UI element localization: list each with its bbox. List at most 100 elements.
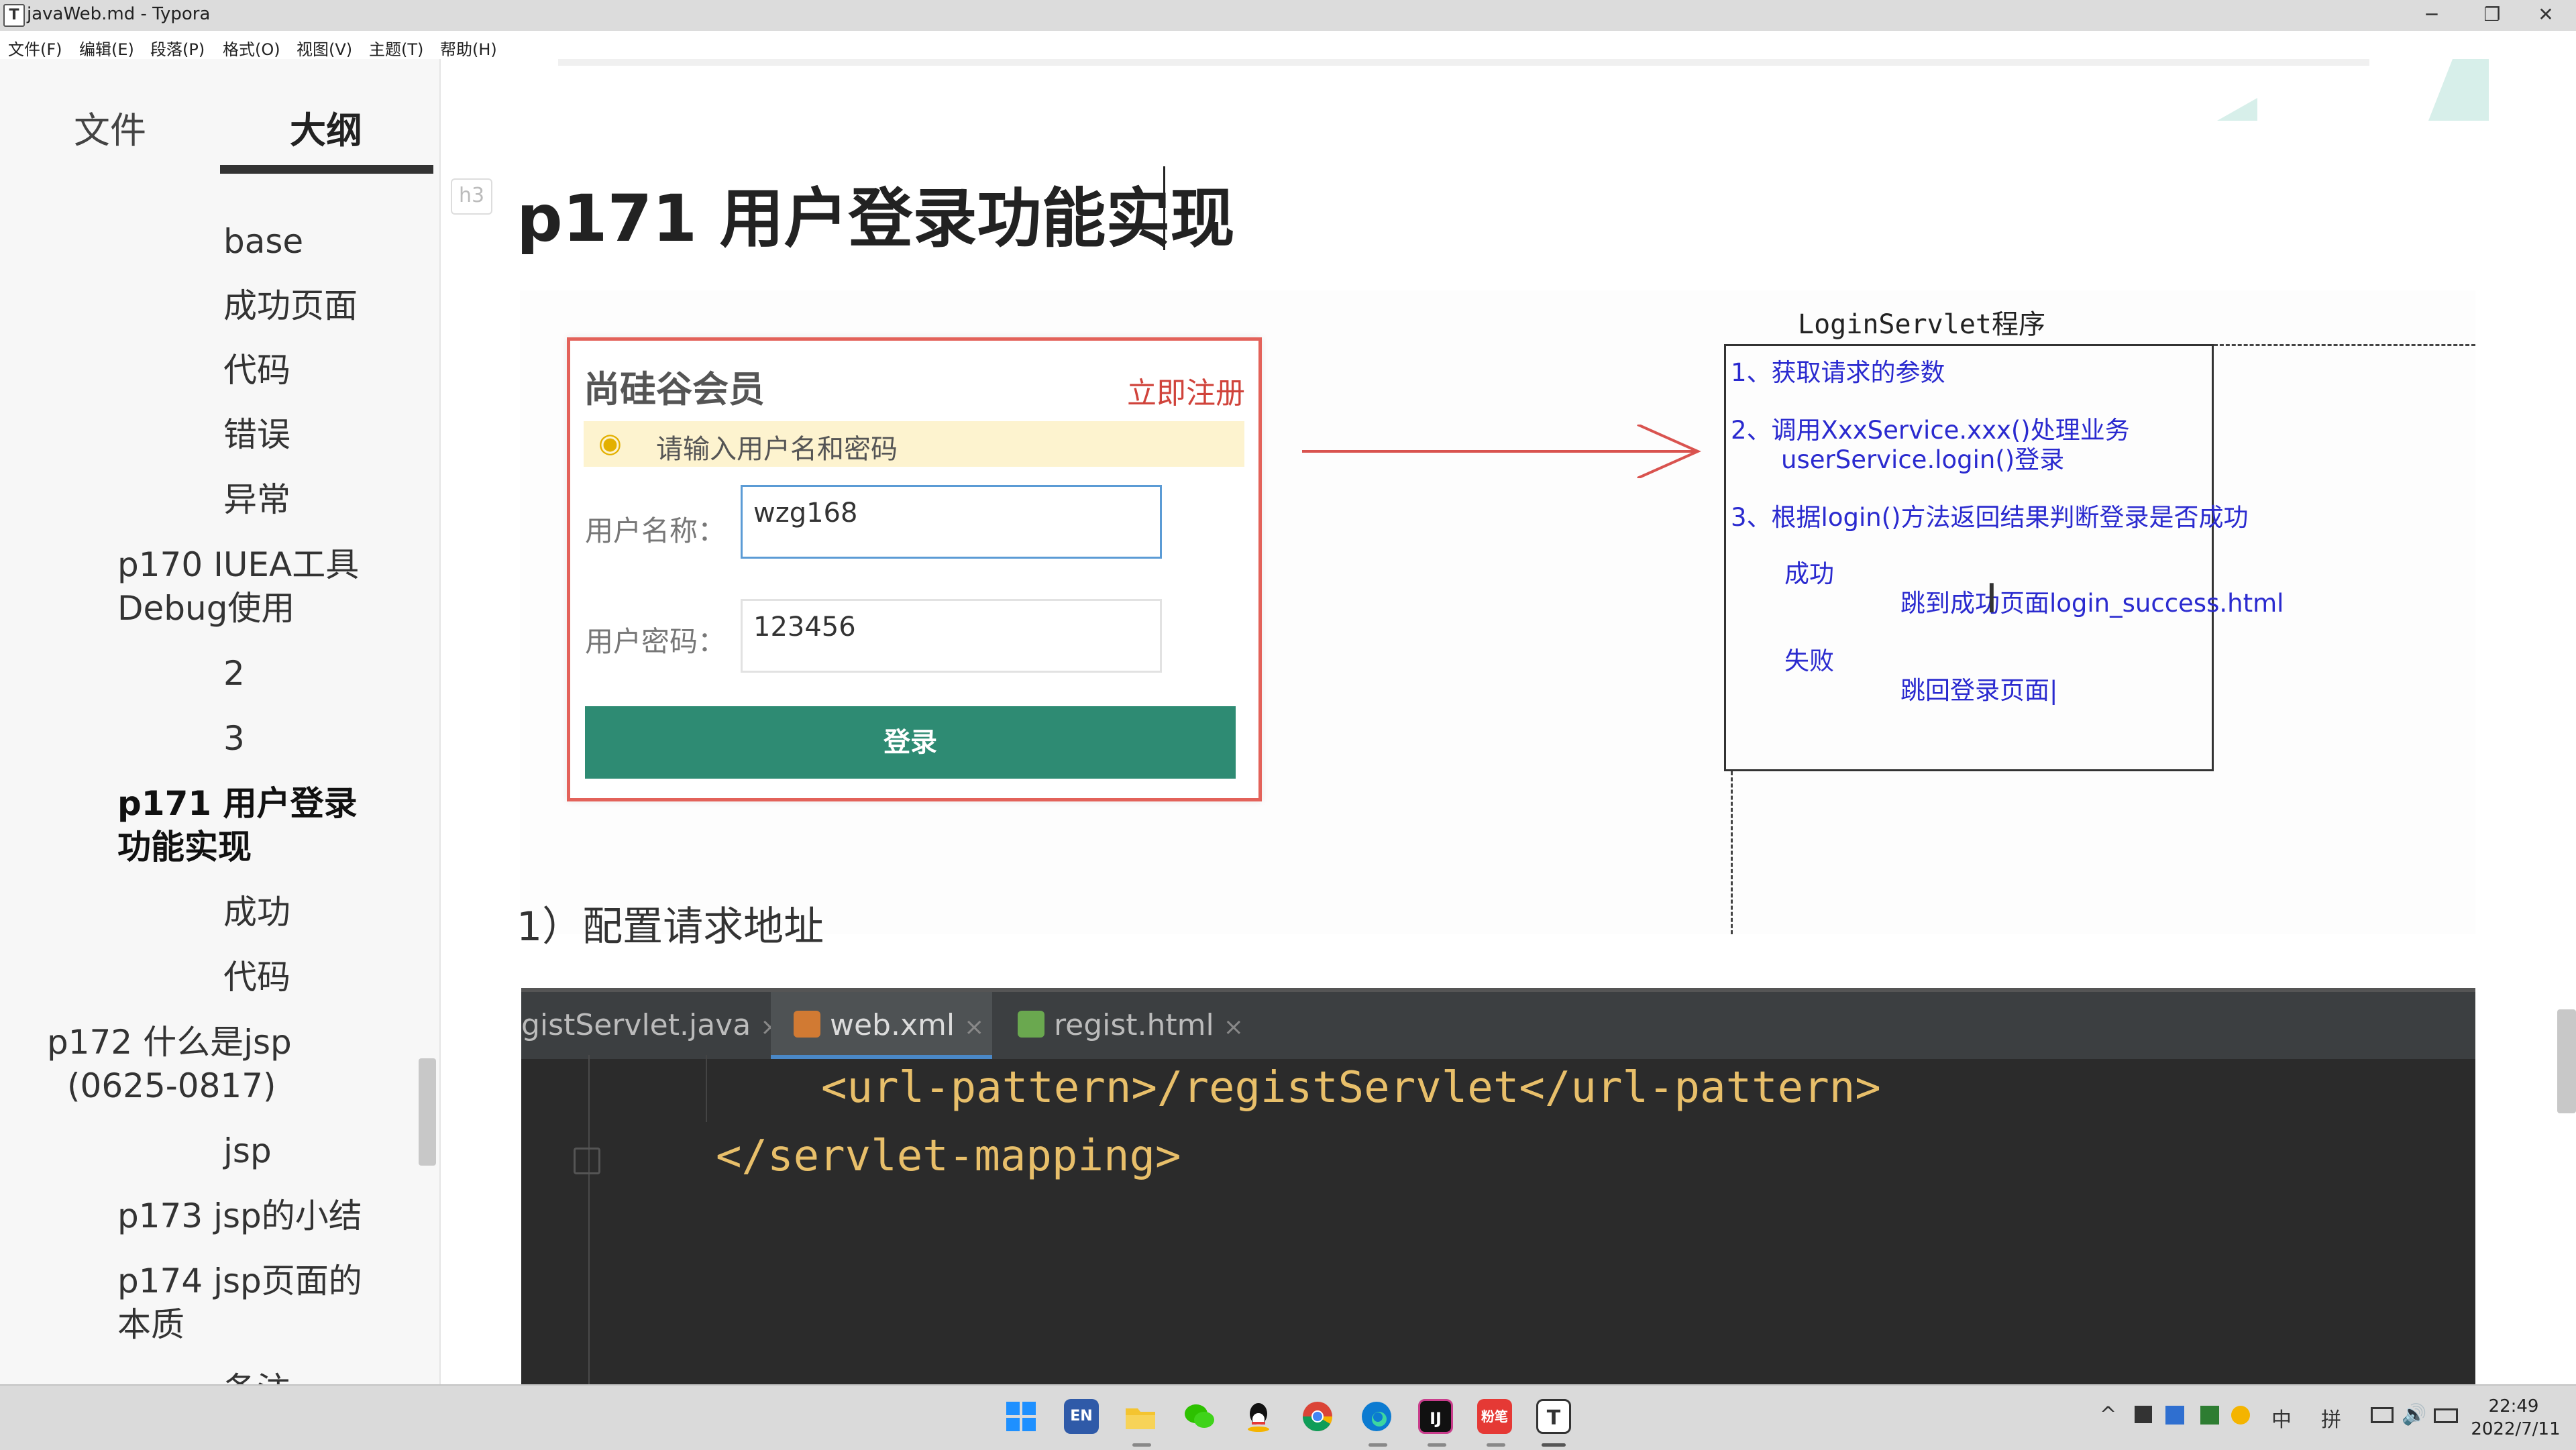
- editor-scrollbar[interactable]: [2557, 1009, 2576, 1113]
- outline-item-active[interactable]: 功能实现: [117, 826, 252, 869]
- code-tab: gistServlet.java×: [521, 992, 780, 1059]
- close-tab-icon: ×: [1223, 1013, 1244, 1041]
- outline-item[interactable]: base: [223, 220, 303, 264]
- code-tab-active: web.xml ×: [771, 992, 992, 1059]
- title-bar: T javaWeb.md - Typora ─ ❐ ✕: [0, 0, 2576, 31]
- page-title[interactable]: p171 用户登录功能实现: [517, 166, 1235, 260]
- outline-item[interactable]: 本质: [117, 1303, 184, 1347]
- volume-icon[interactable]: 🔊: [2402, 1403, 2426, 1427]
- menu-file[interactable]: 文件(F): [8, 36, 62, 60]
- login-button: 登录: [585, 706, 1236, 779]
- file-explorer-icon[interactable]: [1123, 1399, 1158, 1434]
- outline-item[interactable]: 代码: [223, 956, 290, 999]
- servlet-title: LoginServlet程序: [1798, 309, 2045, 340]
- tab-files[interactable]: 文件: [74, 101, 146, 154]
- window-title: javaWeb.md - Typora: [27, 4, 211, 24]
- decoration-shape: [2428, 59, 2489, 121]
- lightbulb-icon: ◉: [598, 428, 622, 459]
- tray-app-icon[interactable]: [2135, 1406, 2152, 1423]
- maximize-button[interactable]: ❐: [2462, 0, 2522, 31]
- code-tab-label: web.xml: [830, 1008, 955, 1042]
- app-red-icon[interactable]: 粉笔: [1477, 1399, 1512, 1434]
- ime-mode-indicator[interactable]: 中: [2271, 1403, 2292, 1433]
- servlet-step: 成功: [1784, 559, 1834, 588]
- outline-item[interactable]: 成功: [223, 891, 290, 934]
- menu-bar: 文件(F) 编辑(E) 段落(P) 格式(O) 视图(V) 主题(T) 帮助(H…: [0, 31, 2576, 59]
- outline-item[interactable]: p174 jsp页面的: [117, 1260, 362, 1303]
- outline-item[interactable]: p172 什么是jsp: [47, 1021, 292, 1064]
- menu-format[interactable]: 格式(O): [223, 36, 280, 60]
- tray-app-icon[interactable]: [2231, 1406, 2250, 1425]
- outline-item[interactable]: jsp: [223, 1129, 272, 1173]
- clock-date[interactable]: 2022/7/11: [2469, 1419, 2563, 1439]
- chrome-icon[interactable]: [1300, 1399, 1335, 1434]
- servlet-step: 跳回登录页面|: [1900, 676, 2058, 705]
- login-hint-bar: ◉ 请输入用户名和密码: [584, 421, 1244, 467]
- section-subheading[interactable]: 1）配置请求地址: [517, 894, 824, 952]
- active-tab-indicator: [220, 165, 433, 174]
- outline-item[interactable]: p170 IUEA工具: [117, 543, 359, 587]
- outline-item[interactable]: 异常: [223, 478, 290, 522]
- editor-tab-bar: gistServlet.java× web.xml × regist.html ×: [521, 988, 2475, 1059]
- qq-icon[interactable]: [1241, 1399, 1276, 1434]
- code-screenshot[interactable]: gistServlet.java× web.xml× regist.html× …: [521, 988, 2475, 1384]
- en-keyboard-icon[interactable]: EN: [1064, 1399, 1099, 1434]
- register-link: 立即注册: [1127, 376, 1245, 410]
- nvidia-icon[interactable]: [2200, 1406, 2219, 1425]
- outline-item[interactable]: 代码: [223, 349, 290, 392]
- close-tab-icon: ×: [964, 1013, 985, 1041]
- password-label: 用户密码：: [585, 625, 727, 658]
- login-form-title: 尚硅谷会员: [584, 368, 765, 410]
- sidebar-scrollbar[interactable]: [419, 1058, 436, 1166]
- editor-area[interactable]: h3 p171 用户登录功能实现 尚硅谷会员 立即注册 ◉ 请输入用户名和密码 …: [441, 59, 2576, 1384]
- typora-app-icon: T: [3, 4, 25, 27]
- password-value: 123456: [753, 612, 856, 643]
- menu-paragraph[interactable]: 段落(P): [150, 36, 205, 60]
- outline-item[interactable]: 2: [223, 652, 245, 695]
- menu-help[interactable]: 帮助(H): [440, 36, 497, 60]
- intellij-icon[interactable]: IJ: [1418, 1399, 1453, 1434]
- close-button[interactable]: ✕: [2516, 0, 2576, 31]
- outline-item[interactable]: 3: [223, 717, 245, 761]
- tab-outline[interactable]: 大纲: [290, 101, 362, 154]
- embedded-image[interactable]: 尚硅谷会员 立即注册 ◉ 请输入用户名和密码 用户名称： wzg168 用户密码…: [520, 290, 2475, 934]
- login-hint-text: 请输入用户名和密码: [656, 434, 898, 465]
- active-indicator: [1542, 1443, 1566, 1447]
- tray-app-icon[interactable]: [2165, 1406, 2184, 1425]
- clock-time[interactable]: 22:49: [2477, 1396, 2551, 1416]
- code-line: </servlet-mapping>: [716, 1131, 1181, 1181]
- gutter-line: [588, 1055, 590, 1384]
- minimize-button[interactable]: ─: [2402, 0, 2462, 31]
- code-tab-label: gistServlet.java: [521, 1008, 751, 1042]
- top-divider: [558, 59, 2369, 66]
- html-file-icon: [1018, 1011, 1044, 1038]
- username-label: 用户名称：: [585, 514, 727, 547]
- outline-item-active[interactable]: p171 用户登录: [117, 782, 358, 826]
- windows-start-icon[interactable]: [1004, 1399, 1038, 1434]
- running-indicator: [1428, 1443, 1446, 1447]
- taskbar: EN IJ 粉笔 T ^ 中 拼 🔊 22:49 2022/7/11: [0, 1384, 2576, 1450]
- battery-icon[interactable]: [2434, 1408, 2458, 1423]
- code-tab-label: regist.html: [1054, 1008, 1214, 1042]
- servlet-step: 1、获取请求的参数: [1731, 358, 1945, 387]
- outline-item[interactable]: 备注: [223, 1368, 290, 1384]
- wechat-icon[interactable]: [1182, 1399, 1217, 1434]
- menu-theme[interactable]: 主题(T): [369, 36, 423, 60]
- edge-icon[interactable]: [1359, 1399, 1394, 1434]
- outline-item[interactable]: 成功页面: [223, 284, 358, 328]
- outline-item[interactable]: 错误: [223, 413, 290, 457]
- outline-item[interactable]: Debug使用: [117, 587, 294, 630]
- network-icon[interactable]: [2371, 1407, 2394, 1423]
- dashed-line: [2214, 344, 2475, 346]
- code-line: <url-pattern>/registServlet</url-pattern…: [821, 1063, 1881, 1113]
- menu-view[interactable]: 视图(V): [297, 36, 352, 60]
- outline-item[interactable]: p173 jsp的小结: [117, 1194, 362, 1238]
- arrow-right-icon: [1302, 425, 1701, 478]
- code-tab: regist.html ×: [1018, 992, 1299, 1059]
- chevron-up-icon[interactable]: ^: [2100, 1403, 2116, 1427]
- typora-icon[interactable]: T: [1536, 1399, 1571, 1434]
- ime-name-indicator[interactable]: 拼: [2321, 1403, 2341, 1433]
- outline-item[interactable]: (0625-0817): [67, 1064, 276, 1108]
- decoration-shape: [2217, 98, 2257, 121]
- menu-edit[interactable]: 编辑(E): [79, 36, 134, 60]
